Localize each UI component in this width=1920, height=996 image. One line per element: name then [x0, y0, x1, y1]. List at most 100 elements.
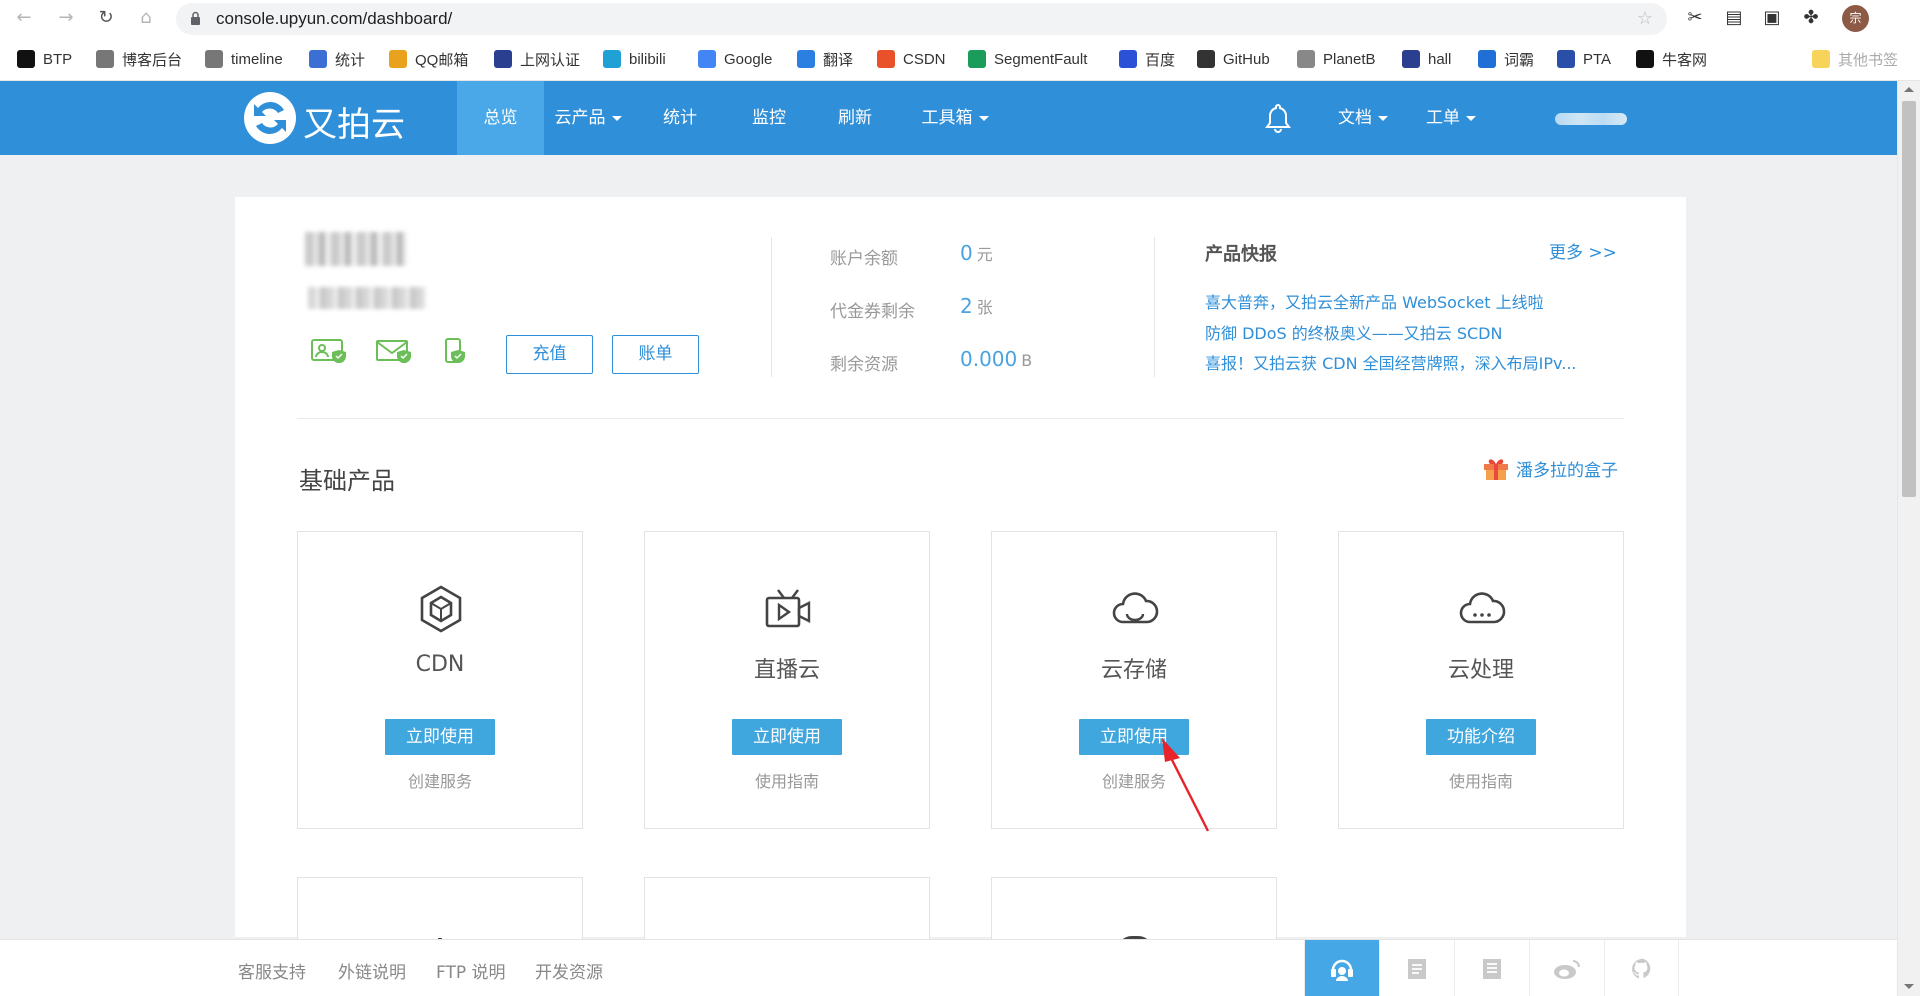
weibo-icon[interactable]	[1529, 940, 1604, 996]
bill-button[interactable]: 账单	[612, 335, 699, 374]
profile-avatar[interactable]: 宗	[1842, 5, 1869, 32]
bookmark-pta[interactable]: PTA	[1557, 48, 1611, 70]
balance-label: 账户余额	[830, 249, 898, 269]
bookmark-segmentfault[interactable]: SegmentFault	[968, 48, 1087, 70]
bookmark-planetb[interactable]: PlanetB	[1297, 48, 1376, 70]
reload-icon[interactable]: ↻	[96, 8, 116, 28]
bookmark-翻译[interactable]: 翻译	[797, 48, 853, 70]
url-text: console.upyun.com/dashboard/	[216, 9, 453, 28]
bookmark-star-icon[interactable]: ☆	[1637, 8, 1653, 29]
product-name: 直播云	[753, 658, 820, 683]
bookmark-博客后台[interactable]: 博客后台	[96, 48, 182, 70]
scroll-up-icon[interactable]	[1904, 87, 1914, 92]
folder-icon	[1812, 50, 1830, 68]
phone-verified-icon[interactable]	[443, 338, 467, 364]
news-more-link[interactable]: 更多 >>	[1549, 238, 1617, 263]
nav-overview[interactable]: 总览	[457, 81, 544, 155]
bookmark-牛客网[interactable]: 牛客网	[1636, 48, 1707, 70]
github-icon	[1197, 50, 1215, 68]
github-icon[interactable]	[1604, 940, 1679, 996]
create-service-link[interactable]: 创建服务	[992, 768, 1276, 792]
bookmark-google[interactable]: Google	[698, 48, 772, 70]
create-service-link[interactable]: 创建服务	[298, 768, 582, 792]
timeline-icon	[205, 50, 223, 68]
nav-tickets[interactable]: 工单	[1418, 81, 1484, 155]
product-card	[644, 877, 930, 947]
nav-docs[interactable]: 文档	[1330, 81, 1396, 155]
stats-icon	[309, 50, 327, 68]
google-icon	[698, 50, 716, 68]
notification-bell-icon[interactable]	[1258, 81, 1298, 155]
page-scrollbar[interactable]	[1897, 81, 1920, 996]
news-item[interactable]: 喜大普奔，又拍云全新产品 WebSocket 上线啦	[1205, 289, 1544, 313]
docs-icon[interactable]	[1379, 940, 1454, 996]
scrollbar-thumb[interactable]	[1902, 101, 1916, 497]
lock-icon	[191, 11, 200, 25]
news-item[interactable]: 防御 DDoS 的终极奥义——又拍云 SCDN	[1205, 320, 1502, 344]
segmentfault-icon	[968, 50, 986, 68]
footer-support-link[interactable]: 客服支持	[238, 958, 306, 983]
product-name: 云处理	[1447, 658, 1514, 683]
bookmark-github[interactable]: GitHub	[1197, 48, 1270, 70]
resources-label: 剩余资源	[830, 355, 898, 375]
recharge-button[interactable]: 充值	[506, 335, 593, 374]
qqmail-icon	[389, 50, 407, 68]
manual-icon[interactable]	[1454, 940, 1529, 996]
extensions-icon[interactable]: ✤	[1800, 7, 1822, 29]
footer-dev-resources-link[interactable]: 开发资源	[535, 958, 603, 983]
other-bookmarks[interactable]: 其他书签	[1812, 48, 1898, 70]
guide-link[interactable]: 使用指南	[1339, 768, 1623, 792]
ciba-icon	[1478, 50, 1496, 68]
feature-intro-button[interactable]: 功能介绍	[1426, 719, 1536, 755]
news-item[interactable]: 喜报！又拍云获 CDN 全国经营牌照，深入布局IPv...	[1205, 350, 1577, 374]
bookmark-bilibili[interactable]: bilibili	[603, 48, 666, 70]
forward-icon[interactable]: →	[56, 8, 76, 28]
bookmark-timeline[interactable]: timeline	[205, 48, 283, 70]
customer-service-icon[interactable]	[1304, 940, 1379, 996]
bookmark-csdn[interactable]: CSDN	[877, 48, 946, 70]
pip-icon[interactable]: ▣	[1761, 7, 1783, 29]
hall-icon	[1402, 50, 1420, 68]
bookmark-统计[interactable]: 统计	[309, 48, 365, 70]
guide-link[interactable]: 使用指南	[645, 768, 929, 792]
account-id-redacted	[308, 287, 426, 309]
use-now-button[interactable]: 立即使用	[385, 719, 495, 755]
use-now-button[interactable]: 立即使用	[732, 719, 842, 755]
home-icon[interactable]: ⌂	[136, 8, 156, 28]
app-navbar: 又拍云 总览 云产品 统计 监控 刷新 工具箱 文档 工单	[0, 81, 1897, 155]
scroll-down-icon[interactable]	[1904, 984, 1914, 989]
upyun-logo-icon[interactable]	[244, 92, 296, 144]
browser-toolbar: ← → ↻ ⌂ console.upyun.com/dashboard/ ☆ ✂…	[0, 0, 1920, 37]
nav-monitor[interactable]: 监控	[729, 81, 809, 155]
footer-ftp-link[interactable]: FTP 说明	[436, 958, 506, 983]
id-verified-icon[interactable]	[311, 338, 349, 364]
email-verified-icon[interactable]	[376, 338, 414, 364]
back-icon[interactable]: ←	[14, 8, 34, 28]
pandora-box-link[interactable]: 潘多拉的盒子	[1482, 455, 1618, 481]
address-bar[interactable]: console.upyun.com/dashboard/ ☆	[176, 3, 1667, 35]
scissors-icon[interactable]: ✂	[1684, 7, 1706, 29]
balance-value: 0元	[960, 241, 993, 265]
brand-name[interactable]: 又拍云	[303, 97, 405, 146]
gift-icon	[1484, 459, 1508, 480]
bookmark-上网认证[interactable]: 上网认证	[494, 48, 580, 70]
bookmark-qq邮箱[interactable]: QQ邮箱	[389, 48, 468, 70]
user-menu[interactable]	[1555, 113, 1627, 125]
nav-refresh[interactable]: 刷新	[815, 81, 895, 155]
nav-stats[interactable]: 统计	[640, 81, 720, 155]
footer-link-policy-link[interactable]: 外链说明	[338, 958, 406, 983]
footer-bar: 客服支持 外链说明 FTP 说明 开发资源	[0, 939, 1897, 996]
bookmark-词霸[interactable]: 词霸	[1478, 48, 1534, 70]
blog-icon	[96, 50, 114, 68]
nav-cloud-products[interactable]: 云产品	[544, 81, 632, 155]
reader-icon[interactable]: ▤	[1723, 7, 1745, 29]
nav-toolbox[interactable]: 工具箱	[905, 81, 1005, 155]
product-card-storage: 云存储 立即使用 创建服务	[991, 531, 1277, 829]
bookmark-百度[interactable]: 百度	[1119, 48, 1175, 70]
news-title: 产品快报	[1205, 244, 1277, 265]
baidu-icon	[1119, 50, 1137, 68]
bookmark-btp[interactable]: BTP	[17, 48, 72, 70]
bookmark-hall[interactable]: hall	[1402, 48, 1451, 70]
auth-icon	[494, 50, 512, 68]
product-card	[991, 877, 1277, 952]
